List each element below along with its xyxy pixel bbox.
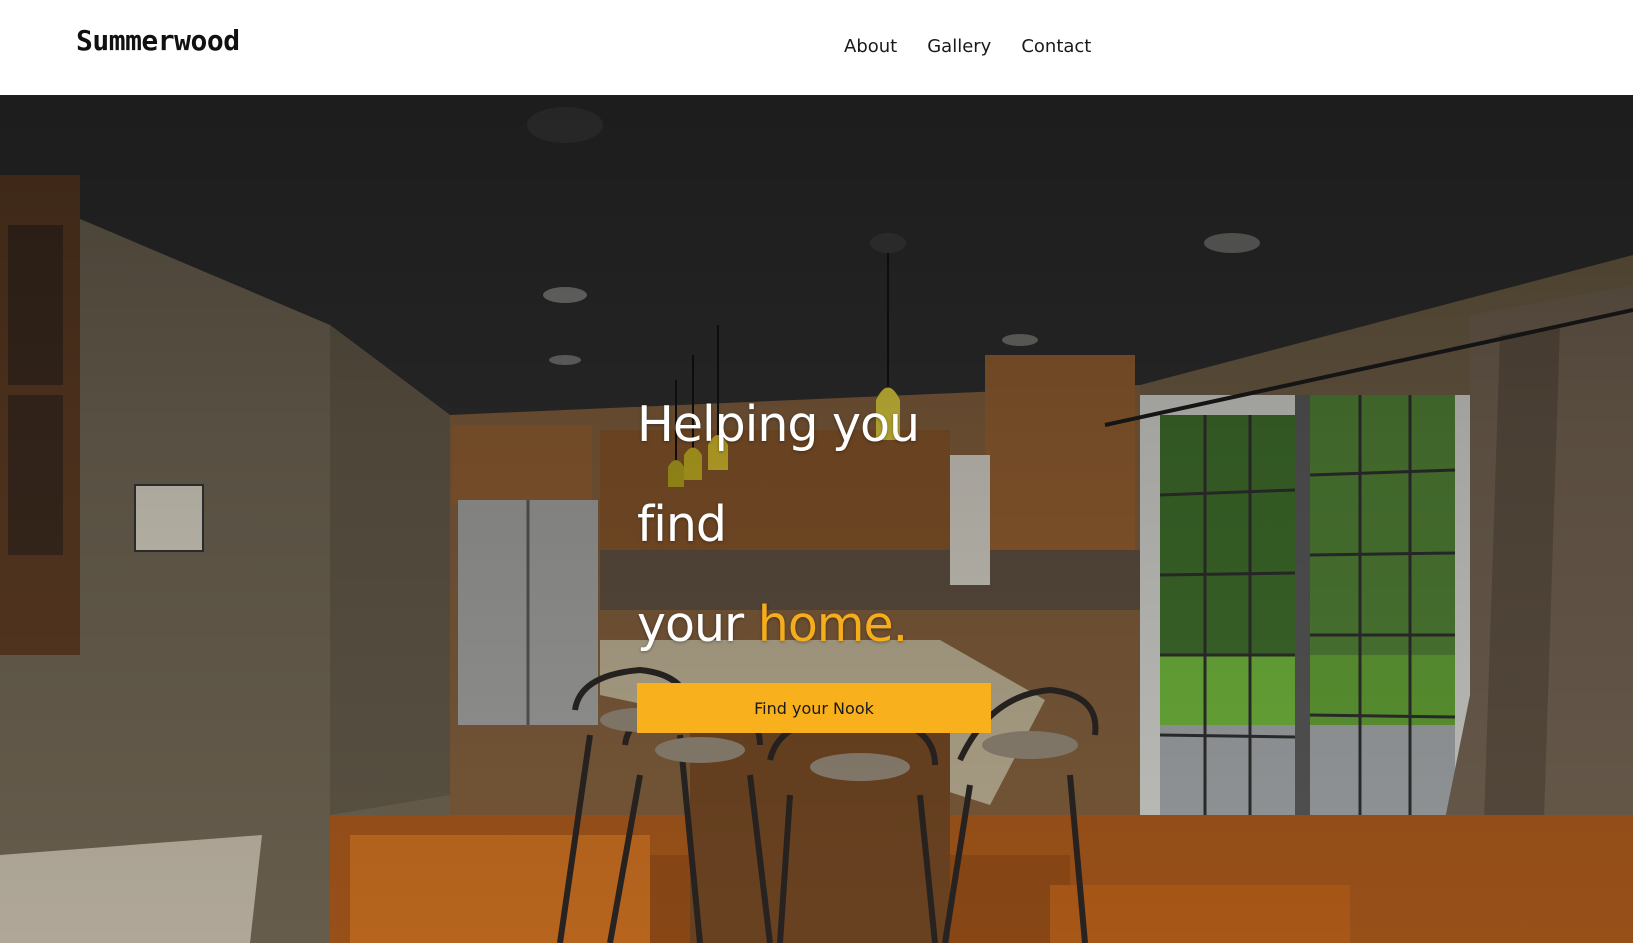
headline-accent: home. (757, 596, 908, 653)
headline-line-1: Helping you find (637, 396, 920, 553)
nav-link-gallery[interactable]: Gallery (927, 36, 991, 57)
nav-link-about[interactable]: About (844, 36, 897, 57)
site-header: Summerwood About Gallery Contact (0, 0, 1633, 95)
brand-logo[interactable]: Summerwood (76, 24, 240, 57)
find-your-nook-button[interactable]: Find your Nook (637, 683, 991, 733)
nav-link-contact[interactable]: Contact (1021, 36, 1091, 57)
main-nav: About Gallery Contact (844, 36, 1091, 57)
hero-section: Helping you find your home. Find your No… (0, 95, 1633, 943)
headline-line-2: your (637, 596, 744, 653)
hero-content: Helping you find your home. Find your No… (637, 375, 997, 733)
hero-headline: Helping you find your home. (637, 375, 997, 675)
